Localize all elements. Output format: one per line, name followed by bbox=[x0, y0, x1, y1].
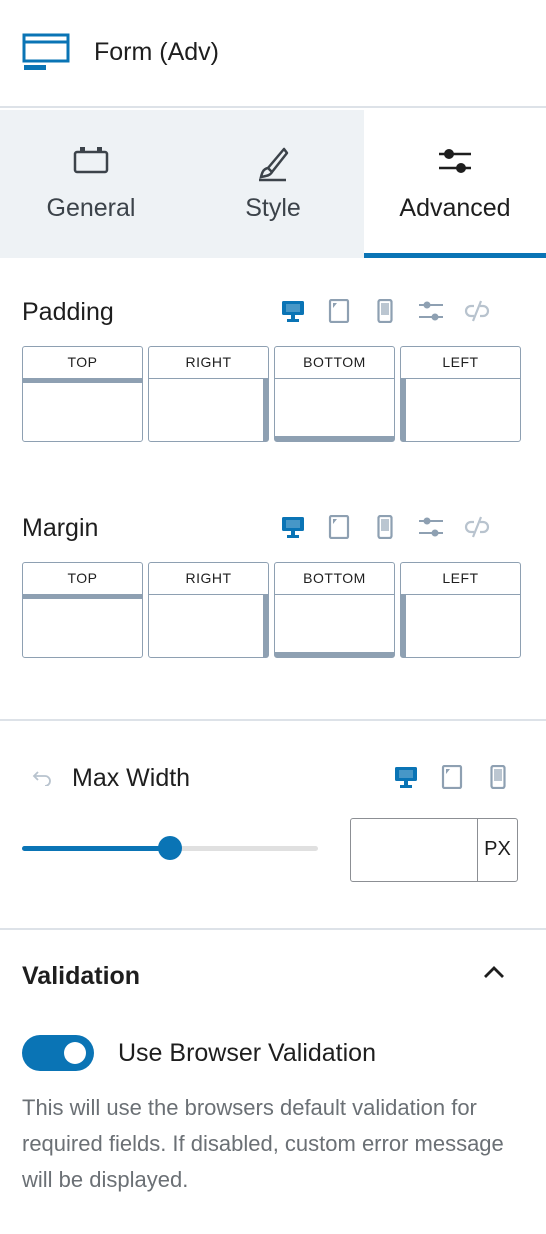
custom-sizes-icon[interactable] bbox=[408, 296, 454, 326]
reset-icon[interactable] bbox=[32, 770, 52, 791]
padding-top-field[interactable] bbox=[23, 378, 142, 441]
padding-bottom-field[interactable] bbox=[275, 378, 394, 441]
tablet-icon[interactable] bbox=[429, 762, 475, 792]
tab-advanced[interactable]: Advanced bbox=[364, 110, 546, 258]
margin-bottom-label: BOTTOM bbox=[303, 570, 366, 586]
margin-inputs: TOP RIGHT BOTTOM LEFT bbox=[22, 562, 521, 658]
margin-right-input[interactable]: RIGHT bbox=[148, 562, 269, 658]
section-divider bbox=[0, 928, 546, 930]
block-title: Form (Adv) bbox=[94, 38, 219, 66]
padding-left-label: LEFT bbox=[442, 354, 479, 370]
margin-top-field[interactable] bbox=[23, 594, 142, 657]
margin-left-field[interactable] bbox=[401, 594, 520, 657]
tab-general-label: General bbox=[46, 194, 136, 222]
padding-top-input[interactable]: TOP bbox=[22, 346, 143, 442]
panel-header: Form (Adv) bbox=[0, 0, 546, 108]
mobile-icon[interactable] bbox=[362, 512, 408, 542]
max-width-device-switcher bbox=[383, 762, 521, 792]
padding-bottom-input[interactable]: BOTTOM bbox=[274, 346, 395, 442]
margin-device-switcher bbox=[270, 512, 500, 542]
toggle-knob bbox=[64, 1042, 86, 1064]
padding-bottom-label: BOTTOM bbox=[303, 354, 366, 370]
padding-right-field[interactable] bbox=[149, 378, 268, 441]
margin-left-input[interactable]: LEFT bbox=[400, 562, 521, 658]
max-width-input[interactable] bbox=[350, 818, 478, 882]
tablet-icon[interactable] bbox=[316, 296, 362, 326]
margin-right-label: RIGHT bbox=[185, 570, 232, 586]
margin-top-label: TOP bbox=[67, 570, 98, 586]
desktop-icon[interactable] bbox=[383, 762, 429, 792]
slider-fill bbox=[22, 846, 170, 851]
inspector-tabs: General Style Advanced bbox=[0, 110, 546, 258]
form-block-icon bbox=[22, 33, 70, 76]
padding-top-label: TOP bbox=[67, 354, 98, 370]
validation-panel-title[interactable]: Validation bbox=[22, 962, 140, 991]
padding-left-field[interactable] bbox=[401, 378, 520, 441]
tab-general[interactable]: General bbox=[0, 110, 182, 258]
margin-label: Margin bbox=[22, 514, 99, 542]
unit-selector[interactable]: PX bbox=[477, 818, 518, 882]
max-width-label: Max Width bbox=[72, 764, 191, 792]
padding-label: Padding bbox=[22, 298, 114, 326]
validation-help-text: This will use the browsers default valid… bbox=[22, 1095, 504, 1192]
unlink-icon[interactable] bbox=[454, 296, 500, 326]
padding-right-label: RIGHT bbox=[185, 354, 232, 370]
desktop-icon[interactable] bbox=[270, 296, 316, 326]
padding-inputs: TOP RIGHT BOTTOM LEFT bbox=[22, 346, 521, 442]
sliders-icon bbox=[437, 146, 473, 181]
margin-right-field[interactable] bbox=[149, 594, 268, 657]
custom-sizes-icon[interactable] bbox=[408, 512, 454, 542]
general-icon bbox=[73, 146, 109, 179]
mobile-icon[interactable] bbox=[475, 762, 521, 792]
margin-bottom-field[interactable] bbox=[275, 594, 394, 657]
margin-left-label: LEFT bbox=[442, 570, 479, 586]
desktop-icon[interactable] bbox=[270, 512, 316, 542]
brush-icon bbox=[256, 146, 290, 187]
padding-right-input[interactable]: RIGHT bbox=[148, 346, 269, 442]
tab-style-label: Style bbox=[245, 194, 301, 222]
unlink-icon[interactable] bbox=[454, 512, 500, 542]
browser-validation-label: Use Browser Validation bbox=[118, 1039, 376, 1067]
tablet-icon[interactable] bbox=[316, 512, 362, 542]
padding-device-switcher bbox=[270, 296, 500, 326]
padding-left-input[interactable]: LEFT bbox=[400, 346, 521, 442]
margin-top-input[interactable]: TOP bbox=[22, 562, 143, 658]
slider-thumb[interactable] bbox=[158, 836, 182, 860]
tab-style[interactable]: Style bbox=[182, 110, 364, 258]
chevron-up-icon[interactable] bbox=[482, 964, 506, 985]
max-width-slider[interactable] bbox=[22, 834, 318, 862]
margin-bottom-input[interactable]: BOTTOM bbox=[274, 562, 395, 658]
tab-advanced-label: Advanced bbox=[399, 194, 511, 222]
section-divider bbox=[0, 719, 546, 721]
browser-validation-toggle[interactable] bbox=[22, 1035, 94, 1071]
mobile-icon[interactable] bbox=[362, 296, 408, 326]
